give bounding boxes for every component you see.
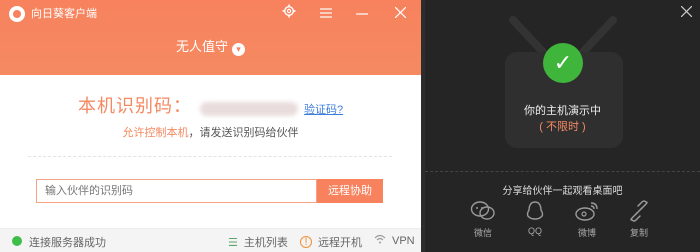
divider [28,156,392,157]
share-label: 微博 [577,228,596,238]
share-label: 微信 [473,228,492,238]
app-title: 向日葵客户端 [31,8,97,20]
header: 向日葵客户端 无人值守 ▾ [0,0,421,75]
qq-icon [526,201,544,220]
weibo-icon [575,202,598,221]
wifi-icon [374,234,386,247]
identity-label: 本机识别码： [78,96,192,116]
remote-assist-button[interactable]: 远程协助 [317,179,383,203]
unattended-mode-selector[interactable]: 无人值守 ▾ [0,38,421,56]
share-weibo-button[interactable]: 微博 [567,200,607,239]
identity-code-value [200,101,298,116]
verify-code-link[interactable]: 验证码? [304,101,343,117]
partner-id-input[interactable] [36,179,317,203]
power-icon: ! [300,236,312,248]
link-icon [630,200,648,222]
gear-icon[interactable] [279,4,299,22]
close-icon[interactable] [390,4,410,22]
wechat-icon [470,201,495,220]
share-qq-button[interactable]: QQ [515,200,555,236]
mode-label: 无人值守 [175,39,228,54]
share-title: 分享给伙伴一起观看桌面吧 [502,186,623,197]
list-icon: ☰ [228,236,238,249]
chevron-down-icon: ▾ [232,43,245,56]
hint-rest: ，请发送识别码给伙伴 [188,127,299,139]
divider [425,171,700,172]
host-list-label: 主机列表 [243,237,288,249]
vpn-label: VPN [392,234,415,247]
checkmark-icon: ✓ [543,43,583,83]
time-limit: ( 不限时 ) [539,121,586,133]
hamburger-icon[interactable] [316,4,336,22]
remote-boot-label: 远程开机 [318,237,362,249]
copy-link-button[interactable]: 复制 [619,200,659,239]
connection-status: 连接服务器成功 [29,237,106,249]
remote-boot-button[interactable]: ! 远程开机 [300,234,362,250]
share-options: 微信 QQ 微博 复制 [463,200,663,244]
status-bar: 连接服务器成功 ☰ 主机列表 ! 远程开机 VPN [0,228,421,252]
share-label: 复制 [629,228,648,238]
client-window: 向日葵客户端 无人值守 ▾ 本机识别码： 验证码? 允许控制本机，请发送识别码给伙… [0,0,421,252]
allow-control-link[interactable]: 允许控制本机 [123,127,189,139]
connected-status-icon [12,236,22,246]
demo-status: 你的主机演示中 [524,105,601,117]
demo-window: ✓ 你的主机演示中 ( 不限时 ) 分享给伙伴一起观看桌面吧 微信 QQ 微博 [425,0,700,252]
hint-text: 允许控制本机，请发送识别码给伙伴 [0,124,421,140]
identity-row: 本机识别码： [78,96,298,116]
sunflower-logo-icon [9,6,25,22]
share-label: QQ [527,226,542,236]
vpn-button[interactable]: VPN [374,234,415,247]
host-list-button[interactable]: ☰ 主机列表 [228,234,288,250]
minimize-icon[interactable] [352,4,372,22]
share-wechat-button[interactable]: 微信 [463,200,503,239]
